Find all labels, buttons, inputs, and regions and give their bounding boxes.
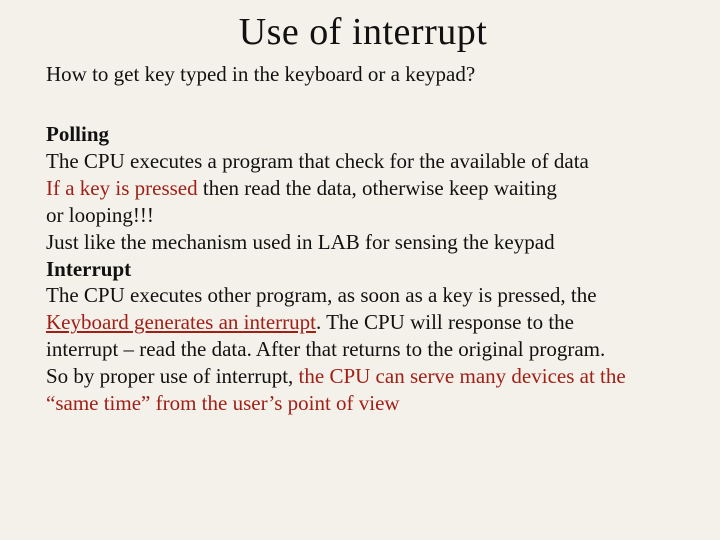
body-text: Polling The CPU executes a program that … <box>46 121 680 417</box>
slide: Use of interrupt How to get key typed in… <box>0 0 720 540</box>
interrupt-line-4a: So by proper use of interrupt, <box>46 364 299 388</box>
polling-condition-highlight: If a key is pressed <box>46 176 198 200</box>
interrupt-line-2: Keyboard generates an interrupt. The CPU… <box>46 309 680 336</box>
interrupt-line-4: So by proper use of interrupt, the CPU c… <box>46 363 680 390</box>
interrupt-serve-highlight-a: the CPU can serve many devices at the <box>299 364 626 388</box>
polling-line-2: If a key is pressed then read the data, … <box>46 175 680 202</box>
interrupt-heading: Interrupt <box>46 256 680 283</box>
interrupt-line-3: interrupt – read the data. After that re… <box>46 336 680 363</box>
interrupt-line-2-rest: . The CPU will response to the <box>316 310 574 334</box>
polling-line-3: or looping!!! <box>46 202 680 229</box>
slide-title: Use of interrupt <box>46 10 680 54</box>
polling-line-2-rest: then read the data, otherwise keep waiti… <box>198 176 557 200</box>
polling-line-4: Just like the mechanism used in LAB for … <box>46 229 680 256</box>
interrupt-line-5: “same time” from the user’s point of vie… <box>46 390 680 417</box>
interrupt-highlight: Keyboard generates an interrupt <box>46 310 316 334</box>
polling-line-1: The CPU executes a program that check fo… <box>46 148 680 175</box>
intro-question: How to get key typed in the keyboard or … <box>46 62 680 87</box>
polling-heading: Polling <box>46 121 680 148</box>
interrupt-line-1: The CPU executes other program, as soon … <box>46 282 680 309</box>
